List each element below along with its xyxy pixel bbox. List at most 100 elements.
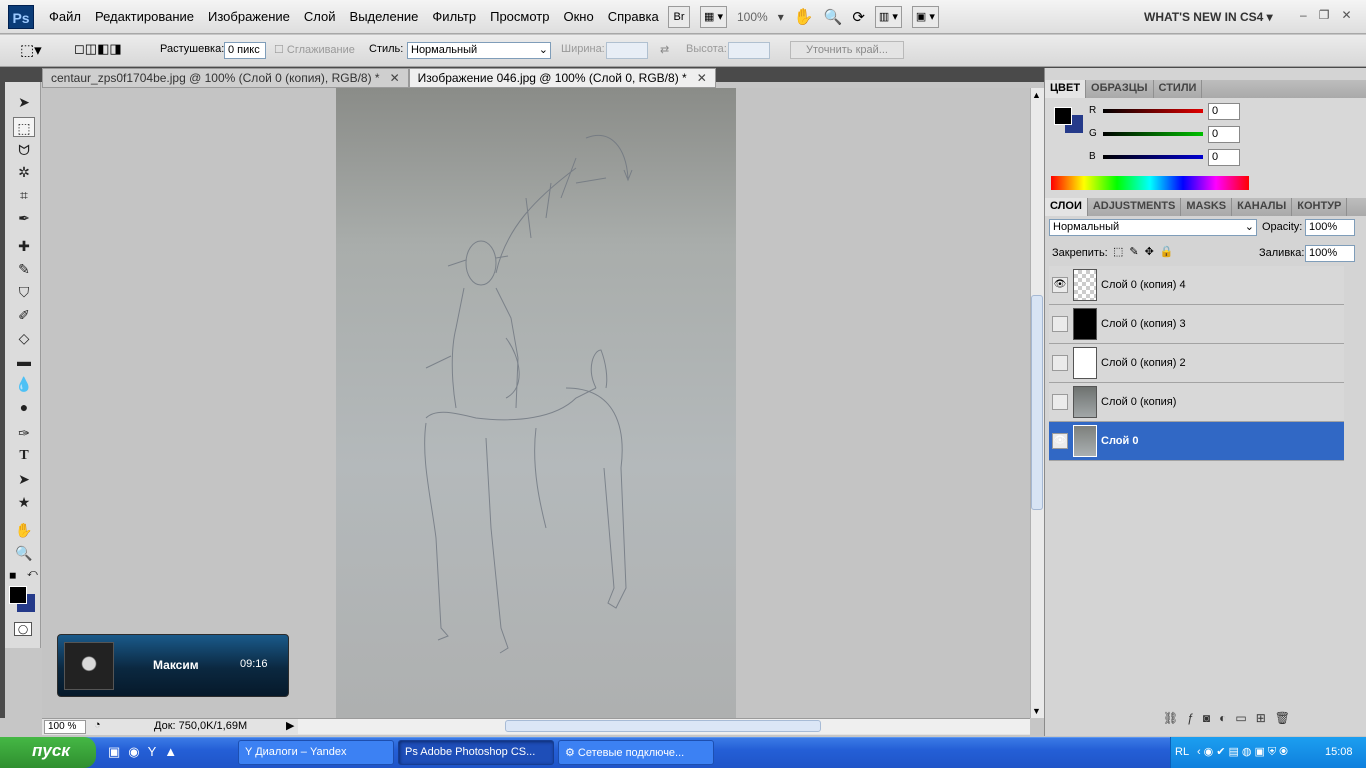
- custom-shape-icon[interactable]: ★: [13, 492, 35, 512]
- zoom-field[interactable]: 100 %: [44, 720, 86, 734]
- language-indicator[interactable]: RL: [1175, 746, 1189, 758]
- rotate-view-icon[interactable]: ⟳: [852, 8, 865, 26]
- color-spectrum[interactable]: [1051, 176, 1249, 190]
- layer-name[interactable]: Слой 0 (копия) 2: [1101, 357, 1186, 369]
- scroll-up-icon[interactable]: ▲: [1032, 90, 1041, 100]
- brush-tool-icon[interactable]: ✎: [13, 259, 35, 279]
- selection-mode-icons[interactable]: ◻◫◧◨: [74, 41, 122, 57]
- visibility-eye-icon[interactable]: [1052, 355, 1068, 371]
- width-input[interactable]: [606, 42, 648, 59]
- layer-name[interactable]: Слой 0 (копия) 4: [1101, 279, 1186, 291]
- move-tool-icon[interactable]: ➤: [13, 92, 35, 112]
- eraser-icon[interactable]: ◇: [13, 328, 35, 348]
- restore-icon[interactable]: ❐: [1319, 8, 1330, 22]
- zoom-tool-icon[interactable]: 🔍: [13, 543, 35, 563]
- channel-b-slider[interactable]: [1103, 155, 1203, 159]
- history-brush-icon[interactable]: ✐: [13, 305, 35, 325]
- eyedropper-icon[interactable]: ✒: [13, 208, 35, 228]
- tray-icons[interactable]: ‹◉✔▤◍▣⛨⦿: [1197, 745, 1291, 759]
- task-yandex[interactable]: Y Диалоги – Yandex: [238, 740, 394, 765]
- healing-brush-icon[interactable]: ✚: [13, 236, 35, 256]
- start-button[interactable]: пуск: [0, 737, 96, 768]
- layer-name[interactable]: Слой 0: [1101, 435, 1138, 447]
- tab-color[interactable]: ЦВЕТ: [1045, 80, 1087, 98]
- channel-r-slider[interactable]: [1103, 109, 1203, 113]
- tab-image-046[interactable]: Изображение 046.jpg @ 100% (Слой 0, RGB/…: [408, 68, 716, 88]
- visibility-eye-icon[interactable]: [1052, 316, 1068, 332]
- document-canvas[interactable]: [336, 88, 736, 718]
- type-tool-icon[interactable]: T: [13, 446, 35, 466]
- visibility-eye-icon[interactable]: 👁: [1052, 277, 1068, 293]
- magic-wand-icon[interactable]: ✲: [13, 162, 35, 182]
- blur-tool-icon[interactable]: 💧: [13, 374, 35, 394]
- path-selection-icon[interactable]: ➤: [13, 469, 35, 489]
- lock-icons[interactable]: ⬚✎✥🔒: [1113, 245, 1180, 258]
- tab-styles[interactable]: СТИЛИ: [1154, 80, 1203, 98]
- chevron-down-icon[interactable]: ▾: [778, 10, 784, 24]
- workspace-switcher[interactable]: WHAT'S NEW IN CS4 ▾: [1144, 10, 1273, 24]
- view-extras-icon[interactable]: ▦ ▾: [700, 6, 727, 28]
- tab-centaur[interactable]: centaur_zps0f1704be.jpg @ 100% (Слой 0 (…: [42, 68, 409, 88]
- arrange-documents-icon[interactable]: ▥ ▾: [874, 6, 902, 28]
- layer-row[interactable]: Слой 0 (копия): [1049, 383, 1344, 422]
- zoom-tool-icon[interactable]: 🔍: [824, 8, 843, 26]
- channel-g-slider[interactable]: [1103, 132, 1203, 136]
- layer-row[interactable]: Слой 0 (копия) 2: [1049, 344, 1344, 383]
- im-notification[interactable]: Максим 09:16: [57, 634, 289, 697]
- layer-row-selected[interactable]: 👁 Слой 0: [1049, 422, 1344, 461]
- crop-tool-icon[interactable]: ⌗: [13, 185, 35, 205]
- opacity-input[interactable]: 100%: [1305, 219, 1355, 236]
- gradient-tool-icon[interactable]: ▬: [13, 351, 35, 371]
- swap-colors-icon[interactable]: ⤺: [27, 568, 38, 579]
- default-colors-icon[interactable]: ◼: [9, 570, 16, 581]
- menu-image[interactable]: Изображение: [201, 9, 297, 24]
- feather-input[interactable]: 0 пикс: [224, 42, 266, 59]
- menu-help[interactable]: Справка: [601, 9, 666, 24]
- visibility-eye-icon[interactable]: [1052, 394, 1068, 410]
- zoom-level[interactable]: 100%: [737, 10, 768, 24]
- refine-edge-button[interactable]: Уточнить край...: [790, 41, 904, 59]
- tab-masks[interactable]: MASKS: [1181, 198, 1233, 216]
- close-icon[interactable]: ✕: [1341, 8, 1351, 22]
- tab-swatches[interactable]: ОБРАЗЦЫ: [1086, 80, 1154, 98]
- menu-file[interactable]: Файл: [42, 9, 88, 24]
- clock[interactable]: 15:08: [1325, 746, 1353, 758]
- height-input[interactable]: [728, 42, 770, 59]
- status-arrow-icon[interactable]: ▶: [286, 719, 294, 732]
- task-network[interactable]: ⚙ Сетевые подключе...: [558, 740, 714, 765]
- photoshop-logo[interactable]: Ps: [8, 5, 34, 29]
- pen-tool-icon[interactable]: ✑: [13, 423, 35, 443]
- menu-edit[interactable]: Редактирование: [88, 9, 201, 24]
- channel-b-input[interactable]: 0: [1208, 149, 1240, 166]
- clone-stamp-icon[interactable]: ⛉: [13, 282, 35, 302]
- close-icon[interactable]: ✕: [390, 71, 400, 85]
- task-photoshop[interactable]: Ps Adobe Photoshop CS...: [398, 740, 554, 765]
- foreground-color-swatch[interactable]: [1054, 107, 1072, 125]
- scroll-down-icon[interactable]: ▼: [1032, 706, 1041, 716]
- layer-row[interactable]: 👁 Слой 0 (копия) 4: [1049, 266, 1344, 305]
- lasso-tool-icon[interactable]: ᗢ: [13, 140, 35, 160]
- layer-actions[interactable]: ⛓ƒ◙◐▭⊞🗑: [1163, 711, 1299, 725]
- layer-name[interactable]: Слой 0 (копия) 3: [1101, 318, 1186, 330]
- channel-g-input[interactable]: 0: [1208, 126, 1240, 143]
- menu-view[interactable]: Просмотр: [483, 9, 556, 24]
- minimize-icon[interactable]: ‒: [1300, 8, 1307, 22]
- visibility-eye-icon[interactable]: 👁: [1052, 433, 1068, 449]
- tab-adjustments[interactable]: ADJUSTMENTS: [1088, 198, 1182, 216]
- marquee-tool-icon[interactable]: ⬚: [13, 117, 35, 137]
- menu-select[interactable]: Выделение: [343, 9, 426, 24]
- dodge-tool-icon[interactable]: ●: [13, 397, 35, 417]
- layer-name[interactable]: Слой 0 (копия): [1101, 396, 1176, 408]
- tab-layers[interactable]: СЛОИ: [1045, 198, 1088, 216]
- hand-tool-icon[interactable]: ✋: [13, 520, 35, 540]
- fill-input[interactable]: 100%: [1305, 245, 1355, 262]
- menu-filter[interactable]: Фильтр: [425, 9, 483, 24]
- quick-mask-icon[interactable]: ◯: [14, 622, 32, 636]
- bridge-button[interactable]: Br: [668, 6, 690, 28]
- channel-r-input[interactable]: 0: [1208, 103, 1240, 120]
- tab-paths[interactable]: КОНТУР: [1292, 198, 1348, 216]
- antialias-checkbox[interactable]: ☐ Сглаживание: [274, 43, 355, 56]
- marquee-preset-icon[interactable]: ⬚▾: [20, 41, 42, 59]
- swap-icon[interactable]: ⇄: [660, 43, 669, 56]
- vertical-scroll-thumb[interactable]: [1031, 295, 1043, 510]
